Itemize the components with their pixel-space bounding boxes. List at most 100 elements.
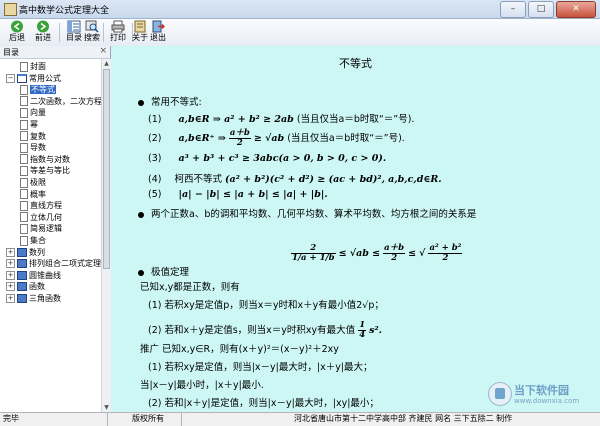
section-means-relation: 两个正数a、b的调和平均数、几何平均数、算术平均数、均方根之间的关系是 (151, 209, 477, 220)
fraction-denominator: 1/a + 1/b (292, 253, 335, 263)
document-content: 不等式 常用不等式: (1) a,b∈R ⇒ a² + b² ≥ 2ab (当且… (111, 46, 600, 412)
tree-item-label: 常用公式 (29, 73, 61, 83)
page-icon (20, 119, 28, 130)
bullet-icon (138, 212, 144, 218)
status-cell-copyright: 版权所有 (108, 413, 182, 426)
tree-item[interactable]: 概率 (20, 189, 46, 200)
tree-item[interactable]: 直线方程 (20, 200, 62, 211)
tree-item[interactable]: 二次函数，二次方程 (20, 96, 101, 107)
contents-panel-title: 目录 (3, 48, 19, 57)
formula-index: (1) (148, 114, 162, 125)
exit-icon (152, 20, 165, 33)
tree-item-label: 直线方程 (30, 201, 62, 211)
expand-icon[interactable]: + (6, 282, 15, 292)
page-icon (20, 84, 28, 95)
exit-button[interactable]: 退出 (144, 20, 172, 45)
close-button[interactable]: ✕ (556, 1, 596, 18)
tree-item[interactable]: 立体几何 (20, 212, 62, 223)
window-title: 高中数学公式定理大全 (19, 6, 110, 16)
tree-item[interactable]: + 函数 (6, 281, 45, 292)
watermark-logo: 当下软件园 www.downxia.com (488, 379, 593, 411)
formula-index: (4) (148, 174, 162, 185)
expand-icon[interactable]: + (6, 294, 15, 303)
formula-note: (当且仅当a＝b时取“＝”号). (296, 114, 415, 125)
tree-item[interactable]: + 数列 (6, 247, 45, 258)
tree-item-label: 集合 (30, 236, 46, 245)
tree-item[interactable]: + 排列组合二项式定理 (6, 258, 101, 269)
tree-item[interactable]: 不等式 (20, 84, 56, 95)
formula-math: s². (369, 325, 382, 336)
section-extremum-theorem: 极值定理 (151, 267, 190, 278)
page-icon (20, 165, 28, 176)
tree-item[interactable]: 导数 (20, 142, 46, 153)
formula-label: 柯西不等式 (174, 174, 223, 185)
maximize-button[interactable]: □ (528, 1, 554, 18)
status-bar: 完毕 版权所有 河北省唐山市第十二中学高中部 齐建民 网名 三下五除二 制作 (0, 412, 600, 426)
bullet-icon (138, 270, 144, 276)
tree-item[interactable]: 指数与对数 (20, 154, 70, 165)
print-icon (111, 20, 125, 33)
section-common-inequalities: 常用不等式: (151, 97, 202, 108)
exit-label: 退出 (150, 33, 166, 42)
page-icon (20, 61, 28, 72)
back-label: 后退 (9, 33, 25, 42)
extremum-generalization: 推广 已知x,y∈R，则有(x＋y)²＝(x－y)²＋2xy (140, 344, 339, 355)
tree-item[interactable]: 幂 (20, 119, 38, 130)
tree-item-label: 三角函数 (29, 294, 61, 303)
tree-item[interactable]: − 常用公式 (6, 73, 61, 84)
tree-item[interactable]: + 圆锥曲线 (6, 270, 61, 281)
contents-panel: 目录 × 封面 − 常用公式 不等式 二次函数，二次方程 向量幂复数导数 指数与对数 等差与等… (0, 46, 111, 412)
expand-icon[interactable]: + (6, 247, 15, 257)
formula-index: (3) (148, 153, 162, 164)
tree-item[interactable]: 复数 (20, 131, 46, 142)
harmonic-mean-fraction: 2 1/a + 1/b (291, 244, 336, 263)
forward-button[interactable]: 前进 (29, 20, 57, 45)
tree-item[interactable]: + 三角函数 (6, 293, 61, 304)
tree-item[interactable]: 等差与等比 (20, 165, 70, 176)
formula-math: ≥ √ab (253, 133, 285, 144)
formula-math: a³ + b³ + c³ ≥ 3abc(a > 0, b > 0, c > 0)… (178, 153, 387, 164)
page-icon (20, 96, 28, 107)
page-icon (20, 200, 28, 211)
scroll-thumb[interactable] (103, 69, 110, 269)
tree-item-label: 等差与等比 (30, 166, 70, 176)
back-arrow-icon (11, 20, 23, 33)
back-button[interactable]: 后退 (3, 20, 31, 45)
search-label: 搜索 (84, 33, 100, 42)
search-button[interactable]: 搜索 (78, 20, 106, 45)
tree-scrollbar[interactable]: ▲ ▼ (101, 59, 111, 412)
tree-item[interactable]: 向量 (20, 107, 46, 118)
bullet-icon (138, 100, 144, 106)
page-icon (20, 235, 28, 246)
fraction-denominator: 2 (442, 253, 449, 263)
tree-item-label: 二次函数，二次方程 (30, 96, 101, 106)
scroll-down-icon[interactable]: ▼ (102, 403, 111, 412)
forward-label: 前进 (35, 33, 51, 42)
fraction-denominator: 2 (391, 253, 398, 263)
tree-item[interactable]: 集合 (20, 235, 46, 246)
formula-line-3: (3) a³ + b³ + c³ ≥ 3abc(a > 0, b > 0, c … (148, 153, 386, 164)
expand-icon[interactable]: + (6, 259, 15, 269)
tree-item-label: 导数 (30, 143, 46, 153)
extremum-case-2: (2) 若和x＋y是定值s，则当x＝y时积xy有最大值 14 s². (148, 321, 382, 340)
page-icon (20, 154, 28, 165)
minimize-button[interactable]: – (500, 1, 526, 18)
panel-close-icon[interactable]: × (99, 46, 107, 56)
page-icon (20, 177, 28, 188)
tree-item-label: 复数 (30, 131, 46, 141)
formula-math: (a² + b²)(c² + d²) ≥ (ac + bd)², a,b,c,d… (225, 174, 442, 185)
tree-item[interactable]: 极限 (20, 177, 46, 188)
toolbar: 后退 前进 目录 搜索 打印 关于 退出 (0, 19, 600, 47)
formula-line-4: (4) 柯西不等式 (a² + b²)(c² + d²) ≥ (ac + bd)… (148, 171, 442, 185)
open-book-icon (17, 73, 27, 83)
collapse-icon[interactable]: − (6, 73, 15, 83)
formula-index: (2) (148, 133, 162, 144)
generalization-case-1b: 当|x－y|最小时，|x＋y|最小. (140, 380, 264, 391)
tree-item[interactable]: 封面 (20, 61, 46, 72)
book-icon (17, 294, 27, 303)
tree-item[interactable]: 简易逻辑 (20, 223, 62, 234)
expand-icon[interactable]: + (6, 270, 15, 280)
tree-item-label: 封面 (30, 62, 46, 71)
book-icon (17, 259, 27, 269)
scroll-up-icon[interactable]: ▲ (102, 59, 111, 68)
